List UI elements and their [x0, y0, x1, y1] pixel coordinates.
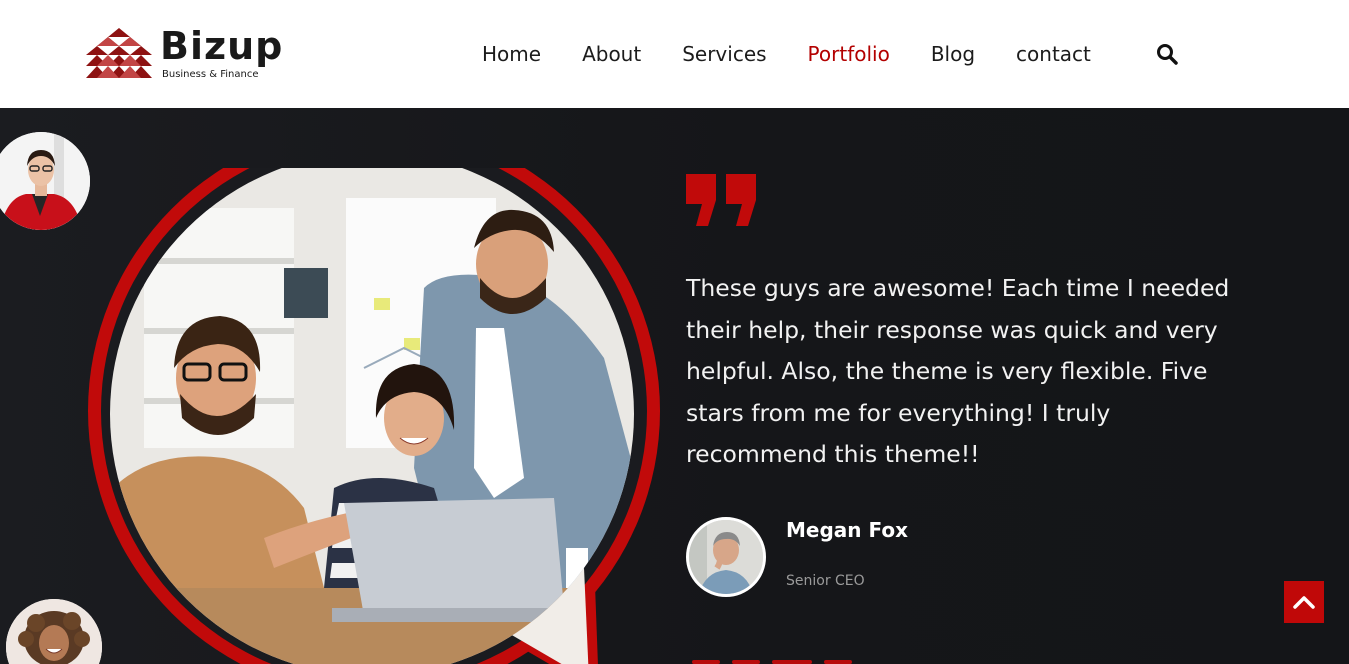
nav-item-portfolio[interactable]: Portfolio: [808, 41, 890, 67]
client-avatar-1: [0, 132, 90, 230]
logo-mark-icon: [86, 28, 152, 78]
nav-item-home[interactable]: Home: [482, 41, 541, 67]
nav-item-services[interactable]: Services: [682, 41, 766, 67]
quote-icon: [686, 174, 756, 226]
search-icon[interactable]: [1156, 43, 1178, 65]
nav-item-about[interactable]: About: [582, 41, 641, 67]
nav-item-contact[interactable]: contact: [1016, 41, 1091, 67]
scroll-to-top-button[interactable]: [1284, 581, 1324, 623]
brand-logo[interactable]: Bizup Business & Finance: [86, 26, 286, 82]
nav-item-blog[interactable]: Blog: [931, 41, 975, 67]
carousel-dots: [692, 660, 852, 664]
testimonial-photo-bubble: [88, 168, 660, 664]
main-nav: Home About Services Portfolio Blog conta…: [482, 41, 1132, 67]
testimonial-text: These guys are awesome! Each time I need…: [686, 274, 1230, 468]
author-avatar: [686, 517, 766, 597]
author-photo-icon: [689, 520, 763, 594]
carousel-dot[interactable]: [824, 660, 852, 664]
author-role: Senior CEO: [786, 573, 865, 589]
carousel-dot[interactable]: [692, 660, 720, 664]
brand-name: Bizup: [160, 24, 284, 68]
chevron-up-icon: [1293, 596, 1315, 609]
author-name: Megan Fox: [786, 518, 908, 542]
testimonial-section: These guys are awesome! Each time I need…: [0, 108, 1349, 664]
brand-tagline: Business & Finance: [162, 69, 259, 80]
carousel-dot-active[interactable]: [772, 660, 812, 664]
carousel-dot[interactable]: [732, 660, 760, 664]
woman-red-jacket-photo-icon: [0, 132, 90, 230]
site-header: Bizup Business & Finance Home About Serv…: [0, 0, 1349, 108]
